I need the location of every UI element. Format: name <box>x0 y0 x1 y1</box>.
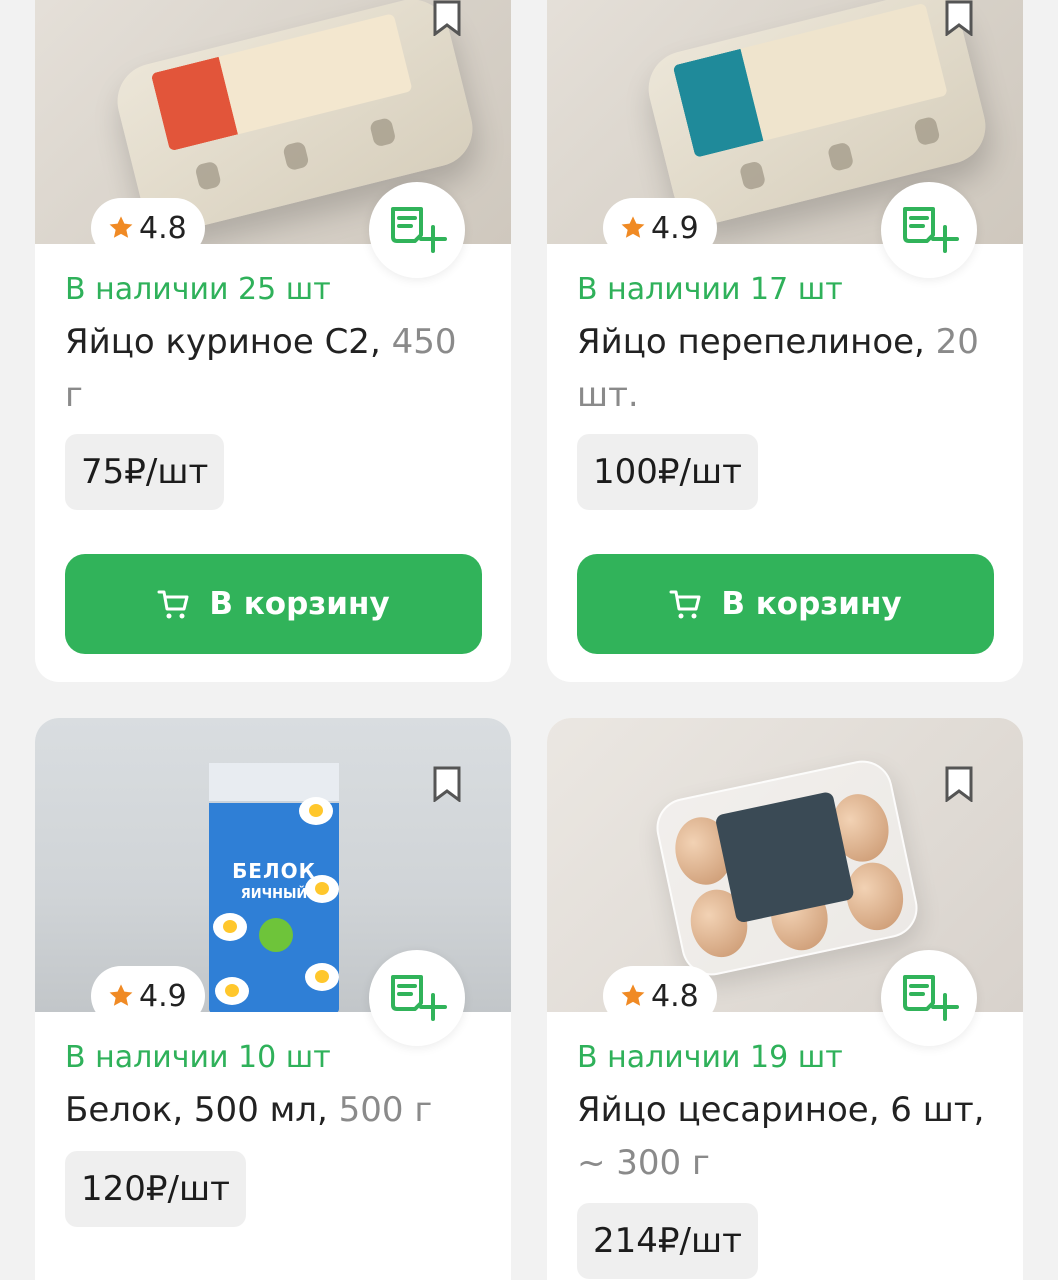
bookmark-icon[interactable] <box>433 0 461 36</box>
price-tag: 214₽/шт <box>577 1203 758 1279</box>
product-title[interactable]: Яйцо куриное С2, 450 г <box>65 316 485 422</box>
cart-icon <box>157 590 189 619</box>
egg-white-pack-image: БЕЛОК ЯИЧНЫЙ <box>209 763 339 1012</box>
product-name: Яйцо куриное С2, <box>65 322 381 362</box>
rating-badge: 4.8 <box>91 198 205 258</box>
price-tag: 75₽/шт <box>65 434 225 510</box>
rating-value: 4.9 <box>651 210 699 246</box>
bookmark-icon[interactable] <box>945 766 973 802</box>
star-icon <box>621 984 645 1006</box>
add-to-cart-button[interactable]: В корзину <box>577 554 994 654</box>
stock-status: В наличии 10 шт <box>65 1040 331 1075</box>
star-icon <box>109 984 133 1006</box>
product-card[interactable]: 4.8 В наличии 25 шт Яйцо куриное С2, 450… <box>35 0 511 682</box>
star-icon <box>109 216 133 238</box>
add-to-cart-button[interactable]: В корзину <box>65 554 482 654</box>
product-name: Белок, 500 мл, <box>65 1090 328 1130</box>
stock-status: В наличии 19 шт <box>577 1040 843 1075</box>
rating-badge: 4.8 <box>603 966 717 1026</box>
product-weight: ~ 300 г <box>577 1143 710 1183</box>
list-add-icon <box>903 207 959 253</box>
rating-value: 4.9 <box>139 978 187 1014</box>
product-weight: 500 г <box>338 1090 433 1130</box>
pack-title: БЕЛОК <box>232 859 316 883</box>
pack-subtitle: ЯИЧНЫЙ <box>240 887 308 902</box>
bookmark-icon[interactable] <box>433 766 461 802</box>
price-tag: 100₽/шт <box>577 434 758 510</box>
stock-status: В наличии 25 шт <box>65 272 331 307</box>
rating-value: 4.8 <box>139 210 187 246</box>
add-to-list-button[interactable] <box>881 182 977 278</box>
list-add-icon <box>903 975 959 1021</box>
price-tag: 120₽/шт <box>65 1151 246 1227</box>
stock-status: В наличии 17 шт <box>577 272 843 307</box>
bookmark-icon[interactable] <box>945 0 973 36</box>
rating-value: 4.8 <box>651 978 699 1014</box>
list-add-icon <box>391 975 447 1021</box>
product-name: Яйцо перепелиное, <box>577 322 925 362</box>
product-title[interactable]: Яйцо перепелиное, 20 шт. <box>577 316 997 422</box>
product-name: Яйцо цесариное, 6 шт, <box>577 1090 985 1130</box>
add-to-cart-label: В корзину <box>721 586 902 622</box>
product-title[interactable]: Белок, 500 мл, 500 г <box>65 1084 485 1137</box>
product-card[interactable]: 4.9 В наличии 17 шт Яйцо перепелиное, 20… <box>547 0 1023 682</box>
add-to-cart-label: В корзину <box>209 586 390 622</box>
list-add-icon <box>391 207 447 253</box>
product-card[interactable]: 4.8 В наличии 19 шт Яйцо цесариное, 6 шт… <box>547 718 1023 1280</box>
rating-badge: 4.9 <box>603 198 717 258</box>
rating-badge: 4.9 <box>91 966 205 1026</box>
cart-icon <box>669 590 701 619</box>
product-card[interactable]: БЕЛОК ЯИЧНЫЙ 4.9 В наличии 10 шт Белок, … <box>35 718 511 1280</box>
add-to-list-button[interactable] <box>369 182 465 278</box>
add-to-list-button[interactable] <box>881 950 977 1046</box>
star-icon <box>621 216 645 238</box>
product-title[interactable]: Яйцо цесариное, 6 шт, ~ 300 г <box>577 1084 997 1190</box>
guinea-egg-box-image <box>650 755 924 981</box>
add-to-list-button[interactable] <box>369 950 465 1046</box>
